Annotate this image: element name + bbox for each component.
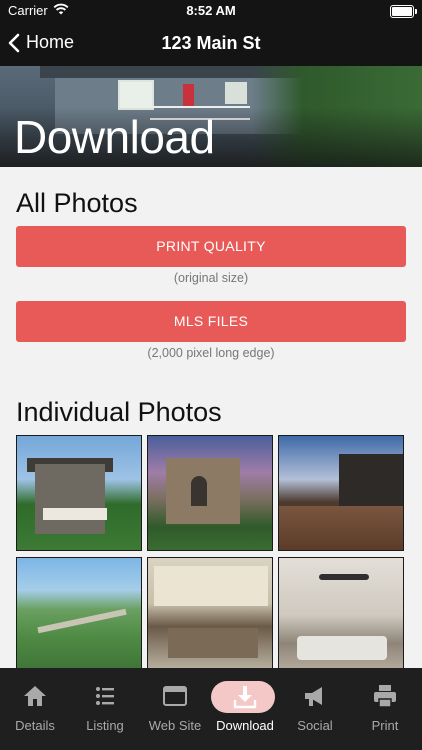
photo-thumbnail-4[interactable]	[16, 557, 142, 673]
hero-title: Download	[14, 111, 215, 163]
all-photos-heading: All Photos	[16, 188, 138, 218]
tab-label: Listing	[86, 718, 124, 733]
photo-thumbnail-5[interactable]	[147, 557, 273, 673]
photo-thumbnail-3[interactable]	[278, 435, 404, 551]
battery-icon	[390, 5, 417, 18]
photo-thumbnail-2[interactable]	[147, 435, 273, 551]
tab-label: Print	[371, 718, 399, 733]
print-quality-caption: (original size)	[173, 271, 249, 285]
tab-social[interactable]: Social	[280, 668, 350, 750]
browser-window-icon	[163, 686, 187, 706]
tab-label: Web Site	[148, 718, 202, 733]
page-title: 123 Main St	[161, 33, 261, 53]
navigation-bar: Home 123 Main St	[0, 22, 422, 66]
tab-print[interactable]: Print	[350, 668, 420, 750]
tab-label: Details	[15, 718, 55, 733]
tab-listing[interactable]: Listing	[70, 668, 140, 750]
tab-details[interactable]: Details	[0, 668, 70, 750]
mls-files-caption: (2,000 pixel long edge)	[147, 346, 275, 360]
status-time: 8:52 AM	[186, 3, 236, 18]
mls-files-button[interactable]: MLS FILES	[16, 301, 406, 342]
print-quality-button[interactable]: PRINT QUALITY	[16, 226, 406, 267]
tab-label: Download	[216, 718, 274, 733]
tab-bar: Details Listing Web Site Download Social…	[0, 668, 422, 750]
individual-photos-heading: Individual Photos	[16, 397, 222, 427]
tab-label: Social	[297, 718, 333, 733]
photo-thumbnail-1[interactable]	[16, 435, 142, 551]
list-icon	[96, 687, 114, 705]
hero-banner: Download	[0, 66, 422, 167]
status-bar: Carrier 8:52 AM	[0, 0, 422, 22]
download-icon	[233, 686, 257, 709]
megaphone-icon	[305, 687, 322, 706]
tab-web-site[interactable]: Web Site	[140, 668, 210, 750]
printer-icon	[374, 685, 396, 708]
home-icon	[24, 686, 46, 706]
tab-download[interactable]: Download	[210, 668, 280, 750]
photo-thumbnail-6[interactable]	[278, 557, 404, 673]
